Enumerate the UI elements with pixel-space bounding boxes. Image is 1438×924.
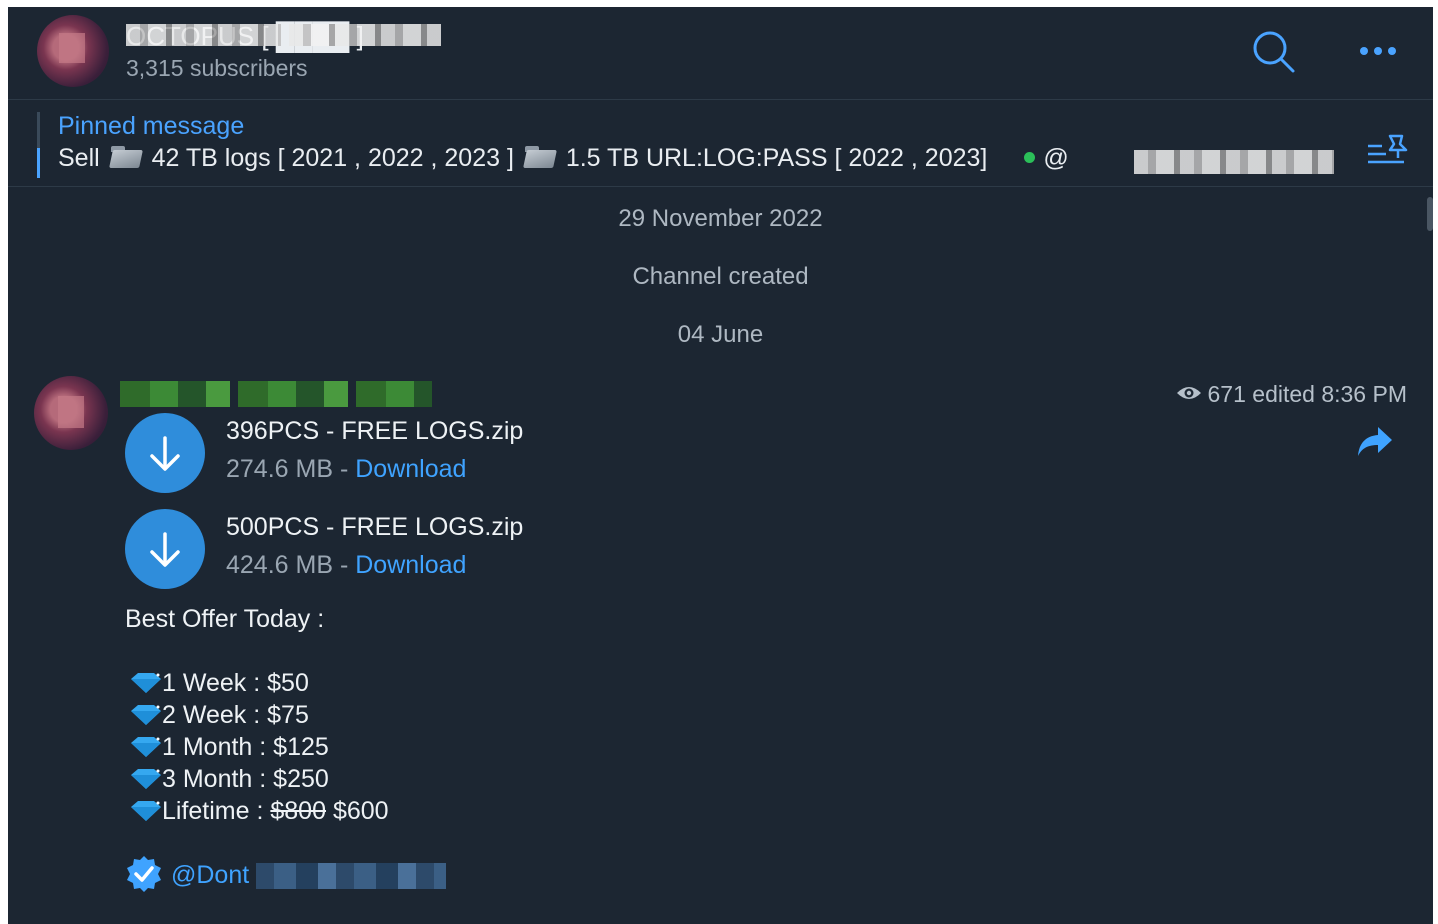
file-size-value: 274.6 MB -	[226, 455, 356, 483]
mention-link[interactable]: @Dont	[171, 861, 249, 890]
gem-icon	[131, 769, 161, 789]
plan-label: Lifetime :	[162, 797, 271, 825]
file-name: 396PCS - FREE LOGS.zip	[226, 417, 524, 445]
arrow-down-icon	[150, 436, 180, 471]
gem-icon	[131, 705, 161, 725]
eye-icon	[1176, 387, 1201, 399]
offer-title: Best Offer Today :	[125, 605, 325, 633]
file-size: 424.6 MB - Download	[226, 551, 466, 580]
channel-title-redaction	[126, 24, 281, 46]
message-meta: 671 edited 8:36 PM	[1176, 381, 1407, 408]
folder-icon	[524, 146, 555, 168]
plan-label: 1 Month : $125	[162, 733, 329, 761]
pinned-message-label: Pinned message	[58, 112, 245, 140]
plan-item: 3 Month : $250	[128, 765, 329, 794]
date-separator: 04 June	[677, 321, 764, 348]
folder-icon	[110, 146, 141, 168]
plan-label: 1 Week : $50	[162, 669, 309, 697]
search-icon[interactable]	[1251, 29, 1297, 75]
new-price: $600	[326, 797, 389, 825]
more-icon[interactable]	[1358, 37, 1398, 67]
channel-title-redaction	[289, 24, 441, 46]
old-price: $800	[270, 797, 326, 825]
gem-icon	[131, 801, 161, 821]
view-count: 671	[1207, 381, 1246, 407]
plan-label: 2 Week : $75	[162, 701, 309, 729]
pinned-message-text: Sell 42 TB logs [ 2021 , 2022 , 2023 ] 1…	[58, 144, 1069, 173]
green-dot-icon	[1024, 152, 1036, 163]
file-size: 274.6 MB - Download	[226, 455, 466, 484]
verified-icon	[125, 855, 163, 893]
author-name-redaction	[120, 381, 432, 407]
file-size-value: 424.6 MB -	[226, 551, 356, 579]
arrow-down-icon	[150, 532, 180, 567]
pinned-sell-text: Sell	[58, 144, 100, 172]
pinned-urls-text: 1.5 TB URL:LOG:PASS [ 2022 , 2023]	[565, 144, 988, 172]
share-icon[interactable]	[1356, 425, 1394, 459]
mention-redaction	[256, 863, 446, 889]
pinned-message-bar[interactable]: Pinned message Sell 42 TB logs [ 2021 , …	[8, 100, 1433, 187]
channel-header: OCTOPUS [ ████ ] 3,315 subscribers	[8, 7, 1433, 100]
subscriber-count: 3,315 subscribers	[126, 55, 308, 81]
plan-item: Lifetime : $800 $600	[128, 797, 389, 826]
telegram-channel-window: OCTOPUS [ ████ ] 3,315 subscribers Pinne…	[8, 7, 1433, 924]
service-message: Channel created	[632, 263, 809, 290]
plan-item: 1 Week : $50	[128, 669, 309, 698]
download-link[interactable]: Download	[355, 455, 466, 483]
gem-icon	[131, 737, 161, 757]
download-link[interactable]: Download	[355, 551, 466, 579]
pinned-list-icon[interactable]	[1366, 130, 1410, 170]
plan-label: 3 Month : $250	[162, 765, 329, 793]
channel-avatar[interactable]	[37, 15, 109, 87]
pinned-logs-text: 42 TB logs [ 2021 , 2022 , 2023 ]	[151, 144, 514, 172]
download-button[interactable]	[125, 413, 205, 493]
pinned-indicator-active	[37, 148, 40, 178]
pinned-handle-redaction	[1134, 150, 1334, 174]
gem-icon	[131, 673, 161, 693]
edited-time: edited 8:36 PM	[1252, 381, 1407, 407]
plan-item: 1 Month : $125	[128, 733, 329, 762]
author-avatar[interactable]	[34, 376, 108, 450]
file-name: 500PCS - FREE LOGS.zip	[226, 513, 524, 541]
plan-item: 2 Week : $75	[128, 701, 309, 730]
download-button[interactable]	[125, 509, 205, 589]
pinned-handle: @	[1043, 144, 1069, 172]
date-separator: 29 November 2022	[618, 205, 823, 232]
